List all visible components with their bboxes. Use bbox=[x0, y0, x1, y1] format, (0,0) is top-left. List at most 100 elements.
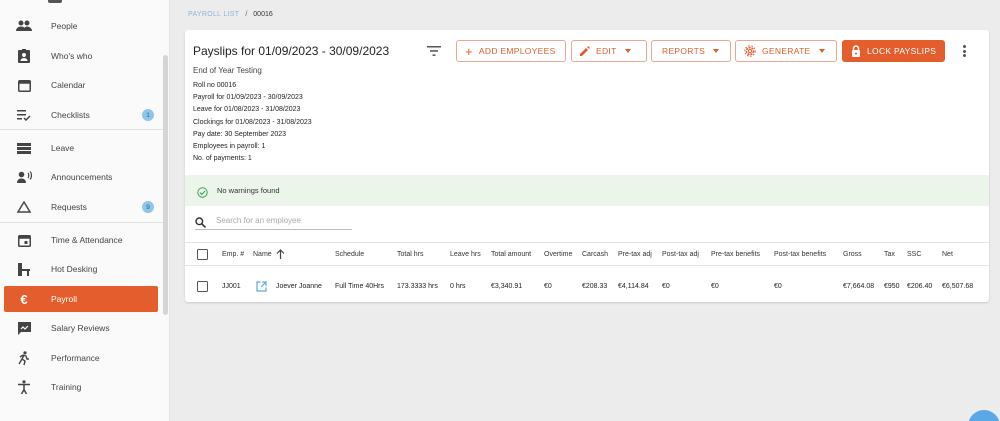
column-header-name[interactable]: Name bbox=[253, 243, 285, 265]
reports-label: REPORTS bbox=[662, 46, 706, 56]
sidebar-item-label: Salary Reviews bbox=[51, 323, 110, 333]
cell-ssc: €206.40 bbox=[907, 282, 933, 290]
breadcrumb-payroll-list-link[interactable]: PAYROLL LIST bbox=[188, 11, 239, 18]
cell-total-hrs: 173.3333 hrs bbox=[397, 282, 438, 290]
sidebar-item-label: Training bbox=[51, 382, 82, 392]
sidebar-item-label: Payroll bbox=[51, 294, 77, 304]
people-icon bbox=[15, 17, 33, 35]
column-header-post-tax-adj[interactable]: Post-tax adj bbox=[662, 243, 699, 265]
column-header-post-tax-benefits[interactable]: Post-tax benefits bbox=[774, 243, 826, 265]
sidebar-item-payroll[interactable]: € Payroll bbox=[4, 286, 158, 312]
column-header-name-label: Name bbox=[253, 250, 272, 258]
detail-roll-no: Roll no 00016 bbox=[193, 82, 237, 89]
sidebar-item-training[interactable]: Training bbox=[4, 374, 158, 400]
gear-icon bbox=[744, 45, 756, 57]
sidebar-item-calendar[interactable]: Calendar bbox=[4, 72, 158, 98]
column-header-carcash[interactable]: Carcash bbox=[582, 243, 608, 265]
column-header-pre-tax-benefits[interactable]: Pre-tax benefits bbox=[711, 243, 760, 265]
page-title: Payslips for 01/09/2023 - 30/09/2023 bbox=[193, 44, 390, 58]
cell-total-amount: €3,340.91 bbox=[491, 282, 523, 290]
generate-label: GENERATE bbox=[762, 46, 811, 56]
column-header-leave-hrs[interactable]: Leave hrs bbox=[450, 243, 481, 265]
reports-button[interactable]: REPORTS bbox=[651, 40, 731, 62]
triangle-icon bbox=[15, 198, 33, 216]
arrow-up-icon bbox=[276, 249, 285, 259]
sidebar-item-announcements[interactable]: Announcements bbox=[4, 164, 158, 190]
lock-payslips-button[interactable]: LOCK PAYSLIPS bbox=[842, 40, 945, 62]
cell-emp-no: JJ001 bbox=[222, 282, 241, 290]
column-header-ssc[interactable]: SSC bbox=[907, 243, 921, 265]
more-options-icon[interactable] bbox=[961, 44, 967, 58]
payroll-subtitle: End of Year Testing bbox=[193, 66, 262, 75]
sidebar-item-hot-desking[interactable]: Hot Desking bbox=[4, 256, 158, 282]
calendar-icon bbox=[15, 76, 33, 94]
sidebar-item-requests[interactable]: Requests 9 bbox=[4, 194, 158, 220]
help-fab-button[interactable] bbox=[968, 410, 1000, 421]
checklists-count-badge: 1 bbox=[142, 109, 154, 121]
sidebar-item-performance[interactable]: Performance bbox=[4, 345, 158, 371]
column-header-net[interactable]: Net bbox=[942, 243, 953, 265]
cell-pre-tax-adj: €4,114.84 bbox=[618, 282, 649, 290]
calendar-clock-icon bbox=[15, 231, 33, 249]
sidebar-item-label: Leave bbox=[51, 143, 75, 153]
column-header-gross[interactable]: Gross bbox=[843, 243, 862, 265]
sidebar-item-label: Performance bbox=[51, 353, 100, 363]
open-external-icon[interactable] bbox=[256, 274, 267, 298]
sidebar-item-checklists[interactable]: Checklists 1 bbox=[4, 102, 158, 128]
sidebar-scrollbar[interactable] bbox=[163, 55, 168, 315]
lock-payslips-label: LOCK PAYSLIPS bbox=[867, 46, 937, 56]
sidebar: People Who's who Calendar Checklists 1 L… bbox=[0, 0, 170, 421]
check-circle-icon bbox=[197, 185, 208, 198]
sidebar-item-people[interactable]: People bbox=[4, 13, 158, 39]
chevron-down-icon bbox=[713, 49, 720, 53]
generate-button[interactable]: GENERATE bbox=[735, 40, 837, 62]
column-header-total-amount[interactable]: Total amount bbox=[491, 243, 531, 265]
sidebar-item-salary-reviews[interactable]: Salary Reviews bbox=[4, 315, 158, 341]
column-header-total-hrs[interactable]: Total hrs bbox=[397, 243, 423, 265]
column-header-tax[interactable]: Tax bbox=[884, 243, 895, 265]
column-header-overtime[interactable]: Overtime bbox=[544, 243, 572, 265]
cell-carcash: €208.33 bbox=[582, 282, 608, 290]
select-all-checkbox[interactable] bbox=[197, 243, 208, 265]
filter-icon[interactable] bbox=[427, 44, 441, 56]
warnings-banner: No warnings found bbox=[185, 175, 989, 206]
training-icon bbox=[15, 378, 33, 396]
breadcrumb-separator: / bbox=[245, 11, 248, 18]
search-input[interactable] bbox=[216, 216, 346, 225]
edit-button[interactable]: EDIT bbox=[571, 40, 647, 62]
megaphone-icon bbox=[15, 168, 33, 186]
pencil-icon bbox=[580, 46, 590, 56]
row-checkbox[interactable] bbox=[197, 274, 208, 298]
sidebar-item-leave[interactable]: Leave bbox=[4, 135, 158, 161]
sidebar-item-label: Announcements bbox=[51, 172, 113, 182]
add-employees-label: ADD EMPLOYEES bbox=[478, 46, 556, 56]
warnings-text: No warnings found bbox=[217, 186, 280, 195]
euro-icon: € bbox=[20, 291, 28, 307]
column-header-pre-tax-adj[interactable]: Pre-tax adj bbox=[618, 243, 652, 265]
search-icon bbox=[195, 215, 207, 229]
review-icon bbox=[15, 319, 33, 337]
column-header-schedule[interactable]: Schedule bbox=[335, 243, 364, 265]
column-header-emp-no[interactable]: Emp. # bbox=[222, 243, 244, 265]
table-row[interactable]: JJ001 Joever Joanne Full Time 40Hrs 173.… bbox=[185, 274, 989, 298]
sidebar-item-label: Time & Attendance bbox=[51, 235, 123, 245]
desk-icon bbox=[15, 260, 33, 278]
sidebar-item-whos-who[interactable]: Who's who bbox=[4, 43, 158, 69]
sidebar-top-fragment bbox=[48, 0, 62, 3]
sidebar-item-label: People bbox=[51, 21, 78, 31]
detail-pay-date: Pay date: 30 September 2023 bbox=[193, 130, 287, 138]
detail-leave-period: Leave for 01/08/2023 - 31/08/2023 bbox=[193, 106, 301, 114]
cell-name[interactable]: Joever Joanne bbox=[276, 274, 322, 298]
detail-payments-count: No. of payments: 1 bbox=[193, 155, 252, 163]
plus-icon: + bbox=[465, 43, 473, 59]
sidebar-item-label: Hot Desking bbox=[51, 264, 98, 274]
sidebar-item-time-attendance[interactable]: Time & Attendance bbox=[4, 227, 158, 253]
payroll-details: Roll no 00016 Payroll for 01/09/2023 - 3… bbox=[193, 80, 312, 165]
cell-overtime: €0 bbox=[544, 282, 552, 290]
cell-post-tax-adj: €0 bbox=[662, 282, 670, 290]
edit-label: EDIT bbox=[596, 46, 617, 56]
sidebar-item-label: Calendar bbox=[51, 80, 86, 90]
breadcrumb-current: 00016 bbox=[253, 11, 273, 18]
add-employees-button[interactable]: + ADD EMPLOYEES bbox=[456, 40, 566, 62]
requests-count-badge: 9 bbox=[142, 201, 154, 213]
